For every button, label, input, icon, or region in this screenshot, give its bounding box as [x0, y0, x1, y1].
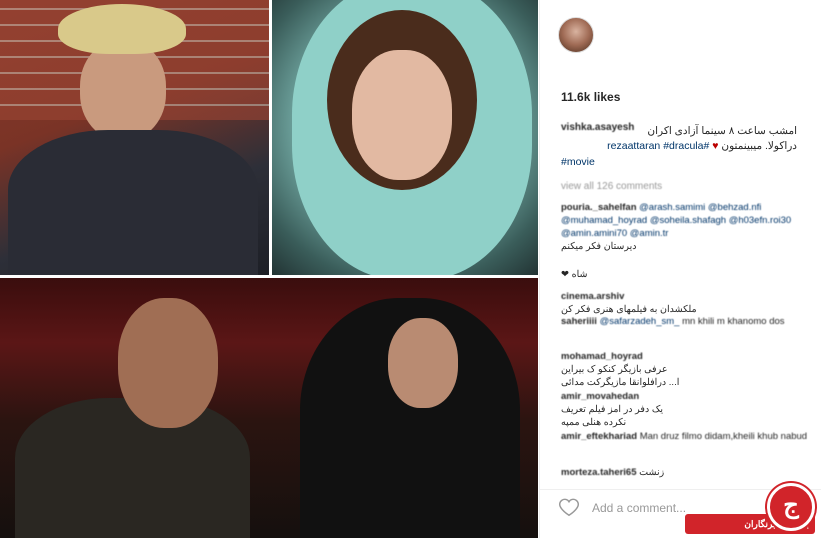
comment-text: یک دفر در امز فیلم تعریف — [561, 404, 663, 415]
caption-line2: دراکولا. میبینمتون ♥ #rezaattaran #dracu… — [561, 139, 797, 154]
comment-user[interactable]: morteza.taheri65 — [561, 467, 637, 478]
comment: cinema.arshiv ملکشدان به فیلمهای هنری فک… — [561, 290, 809, 316]
photo-woman-scarf — [272, 0, 538, 275]
comment-mention[interactable]: @safarzadeh_sm_ — [600, 316, 680, 327]
comment-user[interactable]: saheriiii — [561, 316, 597, 327]
jacket — [8, 130, 258, 275]
face — [352, 50, 452, 180]
comment-user[interactable]: amir_eftekhariad — [561, 431, 637, 442]
comment-text: ا... درافلوانقا مازیگرکت مدائی — [561, 377, 680, 388]
add-comment-input[interactable]: Add a comment... — [592, 501, 686, 515]
view-all-comments-link[interactable]: view all 126 comments — [561, 181, 662, 192]
comment: pouria._sahelfan @arash.samimi @behzad.n… — [561, 201, 809, 253]
comment-user[interactable]: pouria._sahelfan — [561, 202, 637, 213]
man-face — [118, 298, 218, 428]
comment-text: دیرستان فکر میکنم — [561, 241, 637, 252]
likes-count: 11.6k likes — [561, 90, 621, 104]
watermark-glyph: ج — [767, 483, 815, 531]
comment-user[interactable]: amir_movahedan — [561, 391, 639, 402]
watermark-logo: باشگاه خبرنگاران ج — [685, 481, 821, 538]
comment: morteza.taheri65 زنشت — [561, 466, 809, 479]
avatar[interactable] — [558, 17, 594, 53]
comment: amir_movahedan یک دفر در امز فیلم تعریف … — [561, 390, 809, 429]
comment-text: mn khili m khanomo dos — [682, 316, 785, 327]
hat — [58, 4, 186, 54]
photo-film-still — [0, 278, 538, 538]
caption-line1: امشب ساعت ۸ سینما آزادی اکران — [647, 125, 797, 137]
hashtag-movie[interactable]: #movie — [561, 156, 595, 168]
comment-text: شاه ❤ — [561, 269, 588, 280]
comment-user[interactable]: cinema.arshiv — [561, 291, 624, 302]
comment: saheriiii @safarzadeh_sm_ mn khili m kha… — [561, 315, 809, 328]
comment-text: نکرده هنلی ممپه — [561, 417, 627, 428]
photo-man-hat — [0, 0, 269, 275]
comment-user[interactable]: mohamad_hoyrad — [561, 351, 643, 362]
comment: mohamad_hoyrad عرفی بازیگر کنکو ک بیراین… — [561, 350, 809, 389]
comment-text: عرفی بازیگر کنکو ک بیراین — [561, 364, 668, 375]
comment: شاه ❤ — [561, 268, 809, 281]
comment: amir_eftekhariad Man druz filmo didam,kh… — [561, 430, 809, 443]
face — [80, 40, 166, 140]
caption-text2: دراکولا. میبینمتون — [721, 139, 797, 152]
caption: امشب ساعت ۸ سینما آزادی اکران دراکولا. م… — [561, 124, 797, 153]
post-sidebar: 11.6k likes vishka.asayesh امشب ساعت ۸ س… — [539, 0, 821, 538]
hashtag-dracula[interactable]: #dracula — [663, 140, 703, 152]
comment-text: Man druz filmo didam,kheili khub nabud — [639, 431, 808, 442]
woman-face — [388, 318, 458, 408]
like-heart-icon[interactable] — [558, 496, 580, 518]
comment-text: زنشت — [639, 467, 665, 478]
heart-emoji: ♥ — [712, 139, 719, 152]
man-jacket — [15, 398, 250, 538]
